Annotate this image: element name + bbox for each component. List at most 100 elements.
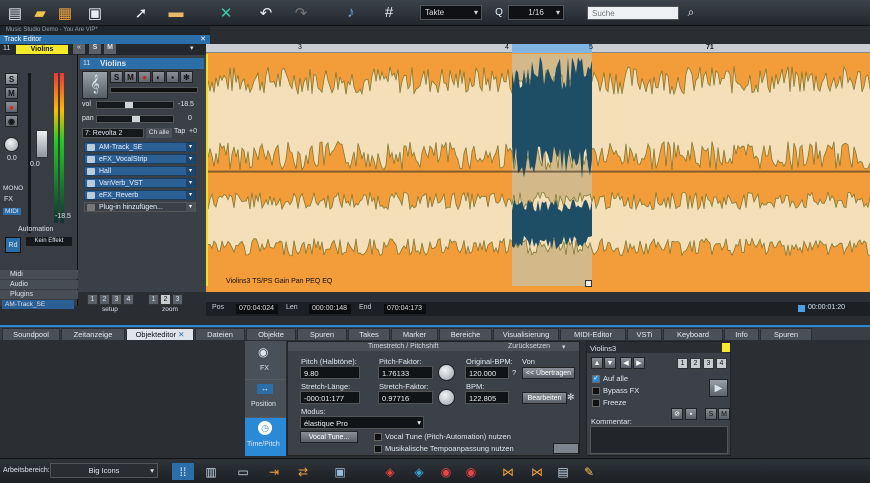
instance-name[interactable]: Violins3: [590, 344, 616, 353]
settings-icon[interactable]: ✻: [180, 71, 193, 83]
cut-tool-icon[interactable]: ⇥: [263, 463, 285, 480]
arrange-area[interactable]: Violins3 TS/PS Gain Pan PEQ EQ: [206, 44, 870, 292]
timeline-ruler[interactable]: 3 4 5 71: [206, 44, 870, 53]
setup-4[interactable]: 4: [123, 294, 134, 305]
mute-button[interactable]: M: [5, 87, 18, 99]
new-file-icon[interactable]: ▤: [4, 3, 26, 22]
auf-alle-checkbox[interactable]: ✓: [592, 375, 600, 383]
resample-icon[interactable]: ⋈: [497, 463, 519, 480]
monitor-icon[interactable]: ◐: [152, 71, 165, 83]
violin-icon[interactable]: 𝄞: [82, 71, 108, 99]
snap-select[interactable]: Takte ▾: [420, 5, 482, 20]
timestretch-icon[interactable]: ⋈: [526, 463, 548, 480]
pointer-tool-icon[interactable]: ➚: [130, 3, 152, 22]
mono-label[interactable]: MONO: [3, 185, 23, 192]
loop-range[interactable]: [512, 44, 592, 53]
pitch-factor-field[interactable]: 1.76133: [378, 366, 433, 379]
time-pitch-button[interactable]: ◷ Time/Pitch: [245, 418, 286, 456]
comment-field[interactable]: [590, 426, 728, 454]
lock-icon[interactable]: ▪: [685, 408, 697, 420]
pan-curve-icon[interactable]: ◉: [460, 463, 482, 480]
chevron-down-icon[interactable]: ▾: [186, 155, 195, 164]
arrow-left-icon[interactable]: ◀: [620, 357, 632, 369]
chevron-down-icon[interactable]: ▾: [186, 179, 195, 188]
monitor-icon[interactable]: ◉: [5, 115, 18, 127]
close-icon[interactable]: ✕: [178, 330, 184, 339]
help-icon[interactable]: ?: [512, 368, 516, 377]
end-value[interactable]: 070:04:173: [384, 304, 426, 314]
fx-label[interactable]: FX: [4, 196, 13, 203]
play-icon[interactable]: ▶: [709, 379, 728, 397]
solo-button[interactable]: S: [89, 44, 101, 54]
volume-curve-icon[interactable]: ◉: [435, 463, 457, 480]
quantize-icon[interactable]: ▤: [552, 463, 574, 480]
bypass-checkbox[interactable]: [592, 387, 600, 395]
apply-button[interactable]: [553, 443, 579, 454]
zoom-1[interactable]: 1: [148, 294, 159, 305]
slot-3[interactable]: 3: [703, 358, 714, 369]
bpm-field[interactable]: 122.805: [465, 391, 509, 404]
split-tool-icon[interactable]: ⇄: [292, 463, 314, 480]
pan-slider[interactable]: [96, 115, 174, 123]
mode-select[interactable]: élastique Pro ▾: [300, 416, 424, 429]
chevron-down-icon[interactable]: ▾: [186, 191, 195, 200]
mute-button[interactable]: M: [718, 408, 730, 420]
search-input[interactable]: [587, 6, 679, 20]
transfer-button[interactable]: << Übertragen: [522, 367, 575, 379]
slot-2[interactable]: 2: [690, 358, 701, 369]
chevron-down-icon[interactable]: ▾: [186, 167, 195, 176]
fade-out-icon[interactable]: ◈: [408, 463, 430, 480]
arrow-down-icon[interactable]: ▼: [604, 357, 616, 369]
quantize-select[interactable]: 1/16 ▾: [508, 5, 564, 20]
track-name[interactable]: Violins: [100, 59, 126, 68]
clip-handle-icon[interactable]: [585, 280, 592, 287]
reset-button[interactable]: Zurücksetzen: [508, 343, 550, 350]
redo-icon[interactable]: ↷: [290, 3, 312, 22]
glue-icon[interactable]: ▣: [329, 463, 351, 480]
setup-1[interactable]: 1: [87, 294, 98, 305]
keyboard-icon[interactable]: ▭: [232, 463, 254, 480]
lock-icon[interactable]: ▪: [166, 71, 179, 83]
horizontal-scrollbar[interactable]: [206, 292, 870, 302]
zoom-3[interactable]: 3: [172, 294, 183, 305]
stretch-length-field[interactable]: -000:01:177: [300, 391, 360, 404]
reset-icon[interactable]: ▾: [562, 343, 566, 351]
plugin-slot[interactable]: Hall ▾: [84, 166, 196, 176]
automation-mode-select[interactable]: Kein Effekt: [26, 237, 72, 246]
tap-value[interactable]: +0: [189, 128, 197, 135]
stretch-knob[interactable]: [438, 389, 455, 406]
arrow-up-icon[interactable]: ▲: [591, 357, 603, 369]
tempo-checkbox[interactable]: [374, 445, 382, 453]
section-plugins[interactable]: Plugins: [0, 290, 78, 299]
vocal-tune-checkbox[interactable]: [374, 433, 382, 441]
plugin-slot[interactable]: eFX_VocalStrip ▾: [84, 154, 196, 164]
section-midi[interactable]: Midi: [0, 270, 78, 279]
range-tool-icon[interactable]: ▬: [165, 3, 187, 22]
solo-button[interactable]: S: [110, 71, 123, 83]
edit-button[interactable]: Bearbeiten: [522, 392, 567, 404]
section-audio[interactable]: Audio: [0, 280, 78, 289]
record-icon[interactable]: ●: [138, 71, 151, 83]
plugin-slot[interactable]: eFX_Reverb ▾: [84, 190, 196, 200]
pan-knob[interactable]: [4, 137, 19, 152]
plugin-slot[interactable]: AM-Track_SE ▾: [84, 142, 196, 152]
chevron-down-icon[interactable]: ▾: [190, 44, 194, 52]
metronome-icon[interactable]: ♪: [340, 3, 362, 22]
orig-bpm-field[interactable]: 120.000: [465, 366, 509, 379]
gear-icon[interactable]: ✻: [567, 392, 575, 403]
track-name-label[interactable]: Violins: [16, 45, 68, 54]
midi-label[interactable]: MIDI: [3, 208, 21, 215]
mixer-icon[interactable]: ▥: [200, 463, 222, 480]
plugin-slot[interactable]: VariVerb_VST ▾: [84, 178, 196, 188]
record-arm-icon[interactable]: ●: [5, 101, 18, 113]
crossfade-icon[interactable]: ✕: [215, 3, 237, 22]
fx-mute-icon[interactable]: ⊘: [671, 408, 683, 420]
freeze-checkbox[interactable]: [592, 399, 600, 407]
fx-button[interactable]: ◉ FX: [245, 341, 286, 379]
solo-button[interactable]: S: [5, 73, 18, 85]
setup-3[interactable]: 3: [111, 294, 122, 305]
read-mode-button[interactable]: Rd: [5, 237, 21, 253]
input-select[interactable]: 7: Revolta 2: [82, 128, 144, 138]
search-icon[interactable]: ⌕: [680, 3, 702, 22]
plugin-select[interactable]: AM-Track_SE: [2, 300, 74, 309]
